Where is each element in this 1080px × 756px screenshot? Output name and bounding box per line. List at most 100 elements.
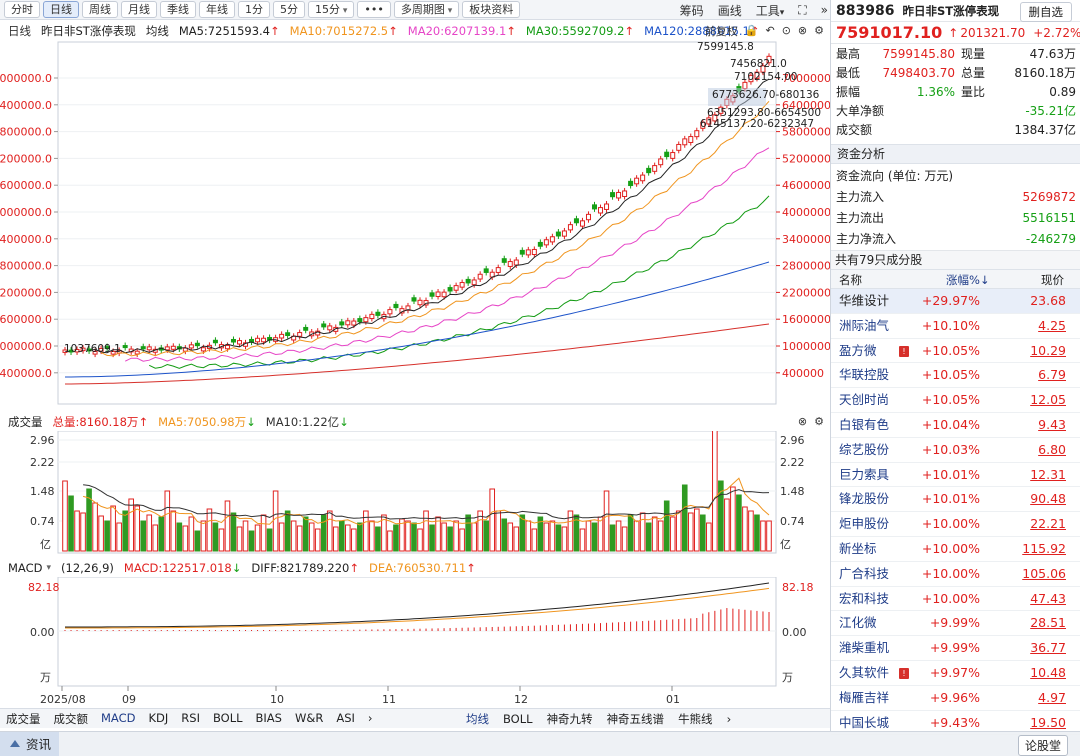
volume-bar [236, 526, 243, 552]
overlay-tab[interactable]: 牛熊线 [678, 711, 713, 727]
list-item[interactable]: 炬申股份 +10.00% 22.21 [831, 512, 1080, 537]
tools-menu[interactable]: 工具▾ [756, 2, 785, 19]
period-button[interactable]: 月线 [121, 1, 157, 18]
list-item[interactable]: 洲际油气 +10.10% 4.25 [831, 314, 1080, 339]
news-tab[interactable]: 资讯 [0, 731, 60, 756]
gear-icon[interactable]: ⚙ [814, 24, 824, 37]
col-name[interactable]: 名称 [839, 270, 862, 290]
period-button[interactable]: 15分 [308, 1, 355, 18]
indicator-mode[interactable]: 均线 [146, 23, 169, 39]
col-change-pct[interactable]: 涨幅%↓ [946, 270, 990, 290]
volume-bar [393, 524, 399, 552]
candlestick-chart[interactable]: 7000000.070000006400000.064000005800000.… [0, 40, 830, 412]
period-button[interactable]: 日线 [43, 1, 79, 18]
adjust-type[interactable]: 前复权 [705, 23, 738, 39]
expand-icon[interactable]: ⛶ [798, 3, 806, 18]
volume-chart[interactable]: 2.96 2.96 2.22 2.22 1.48 1.48 0.74 0.74 亿 亿 [0, 431, 830, 557]
period-button[interactable]: 年线 [199, 1, 235, 18]
overlay-tab[interactable]: 神奇九转 [547, 711, 593, 727]
gear-icon[interactable]: ⚙ [814, 415, 824, 428]
overlay-tab[interactable]: BOLL [503, 712, 533, 726]
overlay-tab[interactable]: 神奇五线谱 [607, 711, 665, 727]
y-tick-label: 400000.0 [0, 367, 52, 380]
volume-total: 总量:8160.18万↑ [53, 414, 149, 430]
ma-value: MA5:7251593.4 [178, 23, 270, 38]
period-button[interactable]: 多周期图 [393, 1, 460, 18]
forum-button[interactable]: 论股堂 [1017, 735, 1068, 756]
stock-price: 47.43 [1030, 590, 1066, 606]
period-button[interactable]: 季线 [160, 1, 196, 18]
volume-bar [675, 510, 682, 552]
indicator-tab[interactable]: KDJ [148, 711, 168, 727]
lock-icon[interactable]: 🔒 [745, 24, 759, 37]
overlay-tab[interactable]: 均线 [466, 711, 489, 727]
chevron-down-icon[interactable]: ▾ [46, 563, 51, 573]
list-item[interactable]: 久其软件! +9.97% 10.48 [831, 661, 1080, 686]
indicator-tab[interactable]: MACD [101, 711, 135, 727]
list-item[interactable]: 华联控股 +10.05% 6.79 [831, 363, 1080, 389]
target-icon[interactable]: ⊙ [782, 24, 791, 37]
list-item[interactable]: 江化微 +9.99% 28.51 [831, 611, 1080, 637]
volume-ma10: MA10:1.22亿↓ [266, 414, 349, 430]
list-item[interactable]: 中国长城 +9.43% 19.50 [831, 711, 1080, 736]
volume-bar [308, 522, 315, 552]
indicator-tab[interactable]: W&R [295, 711, 323, 727]
indicator-tab[interactable]: 成交额 [54, 711, 89, 727]
period-button[interactable]: 板块资料 [462, 1, 521, 18]
list-item[interactable]: 新坐标 +10.00% 115.92 [831, 537, 1080, 562]
collapse-panel-icon[interactable]: » [821, 3, 828, 17]
period-button[interactable]: 周线 [82, 1, 118, 18]
date-axis-label: 2025/08 [40, 693, 86, 706]
close-icon[interactable]: ⊗ [798, 24, 807, 37]
diff-value: DIFF:821789.220↑ [251, 561, 359, 575]
indicator-tab[interactable]: › [368, 711, 373, 727]
volume-bar [712, 431, 718, 552]
volume-bar [730, 486, 736, 552]
candle [285, 329, 291, 339]
candle [604, 200, 610, 213]
price-annotation: 7599145.8 [697, 41, 754, 53]
volume-tick-label: 0.74 [30, 515, 55, 528]
indicator-tab[interactable]: ASI [336, 711, 355, 727]
volume-bar [447, 526, 453, 552]
close-icon[interactable]: ⊗ [798, 415, 807, 428]
undo-icon[interactable]: ↶ [765, 24, 774, 37]
list-item[interactable]: 天创时尚 +10.05% 12.05 [831, 388, 1080, 413]
period-button[interactable]: 分时 [4, 1, 40, 18]
list-item[interactable]: 潍柴重机 +9.99% 36.77 [831, 636, 1080, 661]
candle [537, 239, 543, 250]
list-item[interactable]: 盈方微! +10.05% 10.29 [831, 339, 1080, 364]
capital-unit-label: 资金流向 (单位: 万元) [836, 169, 954, 183]
list-item[interactable]: 广合科技 +10.00% 105.06 [831, 562, 1080, 587]
volume-bar [98, 515, 104, 552]
list-item[interactable]: 华维设计 +29.97% 23.68 [831, 289, 1080, 314]
indicator-tab[interactable]: RSI [181, 711, 200, 727]
remove-favorite-button[interactable]: 删自选 [1019, 2, 1072, 22]
period-button[interactable]: 1分 [238, 1, 270, 18]
volume-bar [543, 522, 550, 552]
candle [411, 294, 417, 305]
y-tick-label: 2800000.0 [0, 260, 52, 273]
stock-name: 天创时尚 [839, 392, 890, 408]
draw-line-button[interactable]: 画线 [718, 2, 742, 19]
indicator-tab[interactable]: 成交量 [6, 711, 41, 727]
list-item[interactable]: 综艺股份 +10.03% 6.80 [831, 438, 1080, 463]
list-item[interactable]: 梅雁吉祥 +9.96% 4.97 [831, 686, 1080, 711]
list-item[interactable]: 锋龙股份 +10.01% 90.48 [831, 487, 1080, 513]
overlay-tab[interactable]: › [727, 712, 732, 726]
capital-section-header[interactable]: 资金分析 [831, 144, 1080, 164]
candle [658, 155, 664, 168]
list-item[interactable]: 白银有色 +10.04% 9.43 [831, 413, 1080, 438]
list-item[interactable]: 宏和科技 +10.00% 47.43 [831, 587, 1080, 612]
macd-title[interactable]: MACD [8, 561, 42, 575]
indicator-tab[interactable]: BOLL [213, 711, 243, 727]
period-button[interactable]: 5分 [273, 1, 305, 18]
volume-bar [74, 510, 80, 552]
chip-button[interactable]: 筹码 [680, 2, 704, 19]
list-item[interactable]: 巨力索具 +10.01% 12.31 [831, 463, 1080, 488]
indicator-tab[interactable]: BIAS [256, 711, 282, 727]
period-button[interactable]: ••• [357, 1, 391, 18]
up-arrow-icon: ↑ [466, 560, 476, 575]
col-price[interactable]: 现价 [1041, 270, 1064, 290]
macd-chart[interactable]: 82.18 82.18 0.00 0.00 万 万 2025/08 09 10 11 12 01 [0, 577, 830, 708]
